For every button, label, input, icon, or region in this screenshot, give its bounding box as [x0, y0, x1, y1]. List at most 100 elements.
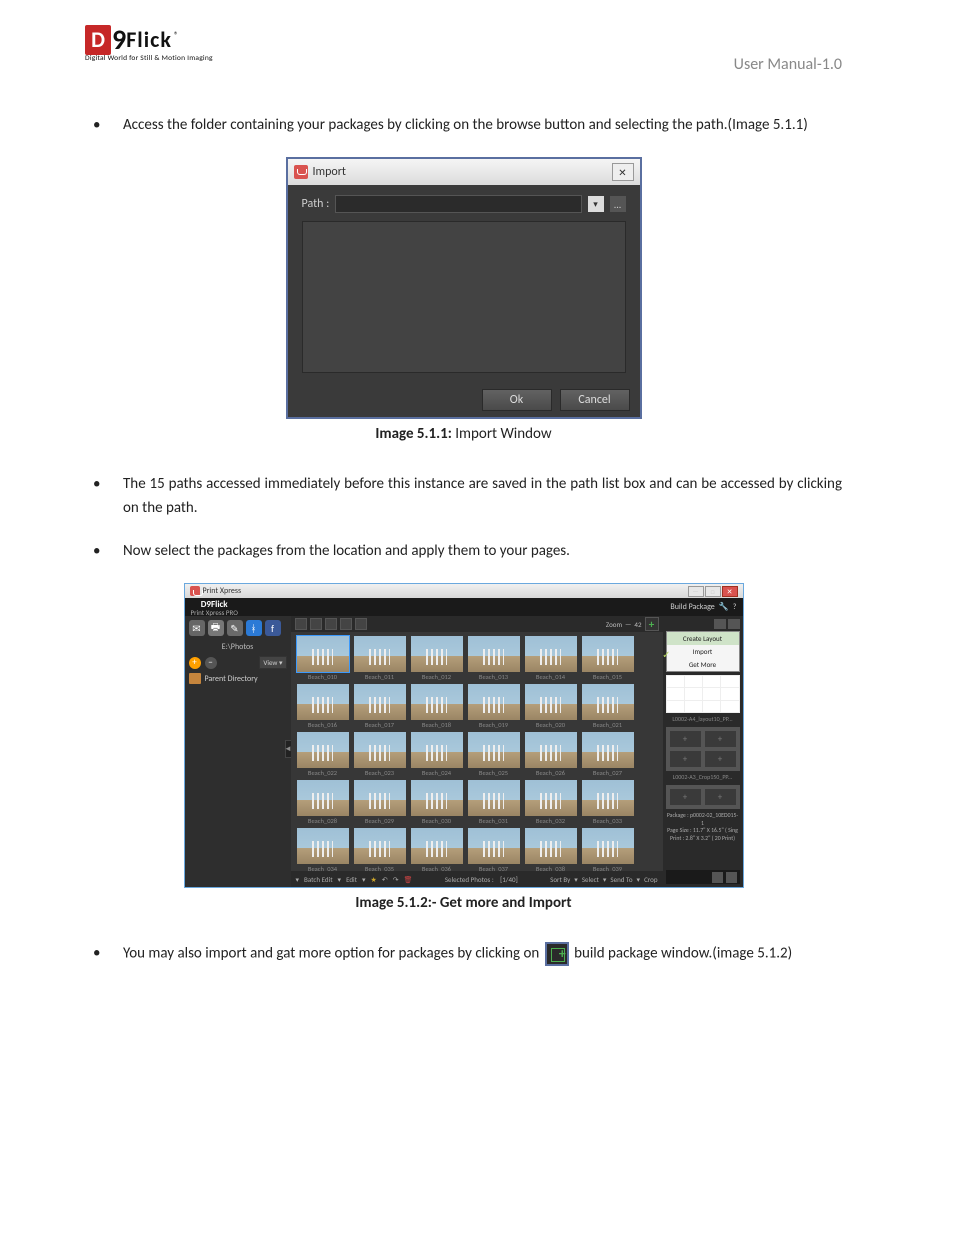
remove-icon[interactable]: − [205, 657, 217, 669]
logo-d-mark: D [85, 25, 111, 55]
thumbnail-label: Beach_035 [354, 865, 406, 871]
app-icon [190, 586, 200, 596]
thumbnail-label: Beach_012 [411, 673, 463, 681]
photo-thumbnail[interactable]: Beach_012 [411, 636, 463, 681]
crop-menu[interactable]: Crop [644, 875, 657, 884]
dialog-close-button[interactable]: ✕ [612, 163, 634, 181]
panel-options-icon[interactable] [728, 619, 740, 629]
collapse-handle-icon[interactable]: ◄ [285, 740, 291, 758]
view-mode-button[interactable] [310, 618, 322, 630]
photo-thumbnail[interactable]: Beach_028 [297, 780, 349, 825]
right-panel: Create Layout Import Get More L0002-A4_l… [663, 616, 743, 887]
photo-thumbnail[interactable]: Beach_017 [354, 684, 406, 729]
photo-thumbnail[interactable]: Beach_036 [411, 828, 463, 871]
thumbnail-label: Beach_032 [525, 817, 577, 825]
batch-edit-menu[interactable]: Batch Edit [304, 875, 333, 884]
photo-thumbnail[interactable]: Beach_037 [468, 828, 520, 871]
doc-version: User Manual-1.0 [734, 55, 842, 74]
thumbnail-area: ◄ ✓ Beach_010Beach_011Beach_012Beach_013… [291, 632, 663, 871]
close-button[interactable]: ✕ [722, 586, 738, 597]
path-dropdown-button[interactable]: ▾ [588, 196, 604, 212]
edit-icon[interactable]: ✎ [227, 620, 243, 636]
view-mode-button[interactable] [295, 618, 307, 630]
pkg-line: Package : p0002-02_10ED015-1 [667, 812, 739, 827]
menu-item-import[interactable]: Import [667, 645, 739, 658]
photo-thumbnail[interactable]: Beach_010 [297, 636, 349, 681]
photo-thumbnail[interactable]: Beach_018 [411, 684, 463, 729]
menu-item-create-layout[interactable]: Create Layout [667, 632, 739, 645]
zoom-label: Zoom [606, 620, 622, 629]
template-thumbnail[interactable]: ++++ [666, 727, 740, 771]
check-icon: ✓ [662, 648, 670, 661]
star-icon[interactable]: ★ [371, 875, 377, 884]
sort-by-menu[interactable]: Sort By [550, 875, 570, 884]
photo-thumbnail[interactable]: Beach_020 [525, 684, 577, 729]
wrench-icon[interactable]: 🔧 [719, 602, 729, 612]
maximize-button[interactable]: □ [705, 586, 721, 597]
photo-thumbnail[interactable]: Beach_035 [354, 828, 406, 871]
add-package-icon[interactable]: + [645, 617, 659, 631]
mail-icon[interactable]: ✉ [189, 620, 205, 636]
minimize-button[interactable]: — [688, 586, 704, 597]
photo-thumbnail[interactable]: Beach_022 [297, 732, 349, 777]
delete-icon[interactable]: 🗑 [404, 875, 413, 884]
photo-thumbnail[interactable]: Beach_021 [582, 684, 634, 729]
photo-thumbnail[interactable]: Beach_038 [525, 828, 577, 871]
tool-icons-row: ✉ 🖶 ✎ ᚼ f [189, 620, 287, 636]
photo-thumbnail[interactable]: Beach_034 [297, 828, 349, 871]
browse-button[interactable]: ... [610, 196, 626, 212]
facebook-icon[interactable]: f [265, 620, 281, 636]
cancel-button[interactable]: Cancel [560, 389, 630, 411]
photo-thumbnail[interactable]: Beach_029 [354, 780, 406, 825]
edit-menu[interactable]: Edit [346, 875, 357, 884]
bluetooth-icon[interactable]: ᚼ [246, 620, 262, 636]
print-icon[interactable]: 🖶 [208, 620, 224, 636]
photo-thumbnail[interactable]: Beach_014 [525, 636, 577, 681]
photo-thumbnail[interactable]: Beach_024 [411, 732, 463, 777]
photo-thumbnail[interactable]: Beach_015 [582, 636, 634, 681]
photo-thumbnail[interactable]: Beach_033 [582, 780, 634, 825]
select-menu[interactable]: Select [582, 875, 599, 884]
photo-thumbnail[interactable]: Beach_025 [468, 732, 520, 777]
view-mode-button[interactable] [355, 618, 367, 630]
photo-thumbnail[interactable]: Beach_032 [525, 780, 577, 825]
photo-thumbnail[interactable]: Beach_030 [411, 780, 463, 825]
photo-thumbnail[interactable]: Beach_016 [297, 684, 349, 729]
template-thumbnail[interactable]: ++ [666, 785, 740, 809]
view-dropdown[interactable]: View ▾ [259, 656, 286, 669]
path-label: Path : [302, 197, 330, 211]
photo-thumbnail[interactable]: Beach_026 [525, 732, 577, 777]
zoom-value: 42 [634, 620, 641, 629]
photo-thumbnail[interactable]: Beach_027 [582, 732, 634, 777]
path-input[interactable] [335, 195, 581, 213]
panel-dropdown-icon[interactable] [714, 619, 726, 629]
thumbnail-toolbar: Zoom — 42 + [291, 616, 663, 632]
rotate-ccw-icon[interactable]: ↶ [382, 875, 388, 884]
help-icon[interactable]: ? [733, 602, 737, 612]
send-to-menu[interactable]: Send To [610, 875, 632, 884]
caption-label: Image 5.1.2:- Get more and Import [355, 894, 571, 912]
photo-thumbnail[interactable]: Beach_013 [468, 636, 520, 681]
bullet-list-2: The 15 paths accessed immediately before… [85, 473, 842, 563]
photo-thumbnail[interactable]: Beach_023 [354, 732, 406, 777]
parent-directory-item[interactable]: Parent Directory [189, 671, 287, 686]
photo-thumbnail[interactable]: Beach_039 [582, 828, 634, 871]
package-info: Package : p0002-02_10ED015-1 Page Size :… [666, 811, 740, 845]
menu-item-get-more[interactable]: Get More [667, 658, 739, 671]
photo-thumbnail[interactable]: Beach_031 [468, 780, 520, 825]
view-mode-button[interactable] [325, 618, 337, 630]
view-mode-button[interactable] [340, 618, 352, 630]
photo-thumbnail[interactable]: Beach_011 [354, 636, 406, 681]
add-icon[interactable]: + [189, 657, 201, 669]
template-thumbnail[interactable] [666, 675, 740, 713]
footer-icon[interactable] [712, 872, 723, 883]
build-package-label[interactable]: Build Package [670, 602, 714, 612]
footer-icon[interactable] [726, 872, 737, 883]
bullet-text-a: You may also import and gat more option … [123, 945, 543, 963]
figure-2: Print Xpress — □ ✕ D9Flick Print Xpress … [85, 583, 842, 912]
page-header: D 9 Flick ® Digital World for Still & Mo… [85, 25, 842, 74]
bullet-item: The 15 paths accessed immediately before… [93, 473, 842, 520]
photo-thumbnail[interactable]: Beach_019 [468, 684, 520, 729]
rotate-cw-icon[interactable]: ↷ [393, 875, 399, 884]
ok-button[interactable]: Ok [482, 389, 552, 411]
